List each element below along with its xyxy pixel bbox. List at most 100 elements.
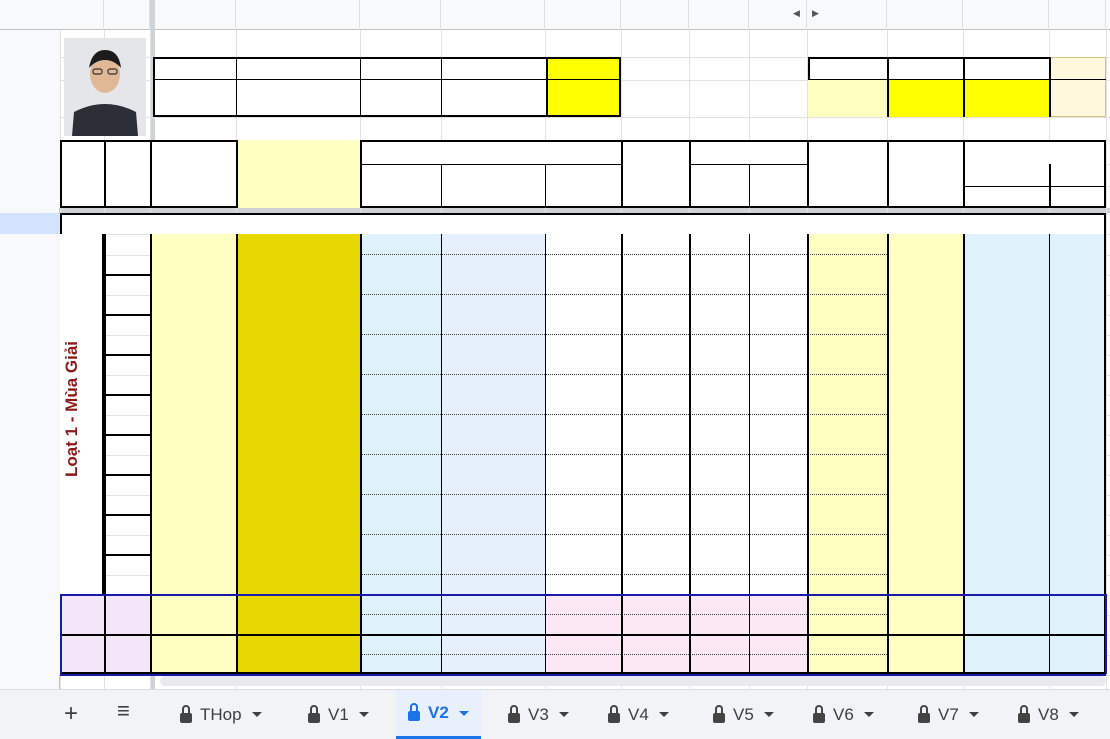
vg-right xyxy=(1105,594,1107,674)
first-name[interactable] xyxy=(155,81,235,117)
row-header-5[interactable] xyxy=(0,117,60,140)
label-matches xyxy=(808,58,887,79)
label-or xyxy=(1049,58,1106,79)
lock-icon xyxy=(713,704,725,723)
row-header-7[interactable] xyxy=(0,164,60,186)
add-sheet-icon[interactable]: + xyxy=(64,700,78,728)
row-header-14[interactable] xyxy=(0,315,60,335)
row-header-29[interactable] xyxy=(0,615,60,635)
header-vong-dau xyxy=(104,142,150,206)
hidden-columns-left-arrow[interactable]: ◀ xyxy=(793,8,800,19)
header-doi-vong xyxy=(1049,187,1106,207)
lock-icon xyxy=(608,704,620,723)
lock-icon xyxy=(813,704,825,723)
vg-top-line xyxy=(60,594,1106,596)
sheet-tab-v6[interactable]: V6 xyxy=(801,690,886,739)
birth-year[interactable] xyxy=(360,81,441,117)
row-header-17[interactable] xyxy=(0,375,60,395)
row-header-27[interactable] xyxy=(0,575,60,595)
label-ho xyxy=(275,58,325,79)
or-value[interactable] xyxy=(1049,81,1106,117)
sheet-tab-v8[interactable]: V8 xyxy=(1006,690,1091,739)
column-header-r[interactable] xyxy=(887,0,963,30)
lock-icon xyxy=(408,703,420,721)
column-header-d[interactable] xyxy=(150,0,236,30)
horizontal-scrollbar[interactable] xyxy=(160,676,1106,686)
column-header-i[interactable] xyxy=(621,0,689,30)
row-header-9[interactable] xyxy=(0,213,60,234)
header-doi-doi-thu xyxy=(963,142,1106,186)
rank-value[interactable] xyxy=(546,81,621,117)
sheet-tab-label: V2 xyxy=(428,703,449,722)
body-vline xyxy=(104,234,106,674)
label-va xyxy=(236,58,276,79)
row-header-24[interactable] xyxy=(0,515,60,535)
row-header-23[interactable] xyxy=(0,495,60,515)
grid-hline xyxy=(60,117,1110,118)
sheet-tab-v4[interactable]: V4 xyxy=(596,690,681,739)
body-vline xyxy=(963,234,965,674)
change-value[interactable] xyxy=(887,81,963,117)
sheet-tab-thop[interactable]: THop xyxy=(168,690,274,739)
column-header-t[interactable] xyxy=(1049,0,1106,30)
row-header-25[interactable] xyxy=(0,535,60,555)
lock-icon xyxy=(918,704,930,723)
column-number-16 xyxy=(807,213,887,234)
vg-left xyxy=(60,594,62,674)
column-header-c[interactable] xyxy=(104,0,150,30)
column-header-j[interactable] xyxy=(689,0,749,30)
chevron-down-icon xyxy=(251,712,262,717)
row-header-8[interactable] xyxy=(0,186,60,208)
column-header-s[interactable] xyxy=(963,0,1049,30)
sheet-tab-v3[interactable]: V3 xyxy=(496,690,581,739)
column-header-e[interactable] xyxy=(236,0,360,30)
row-header-11[interactable] xyxy=(0,255,60,275)
profile-hline xyxy=(153,79,621,80)
sheet-tab-label: THop xyxy=(200,704,242,724)
row-header-28[interactable] xyxy=(0,595,60,615)
column-number-2 xyxy=(60,213,104,234)
row-header-12[interactable] xyxy=(0,275,60,295)
sheet-tab-bar: + ≡ THop V1 V2 V3 V4 V5 V6 V7 V8 xyxy=(0,689,1110,739)
column-number-18 xyxy=(963,213,1049,234)
row-header-2[interactable] xyxy=(0,30,60,57)
matches-value[interactable] xyxy=(808,81,887,117)
start-score[interactable] xyxy=(441,81,545,117)
row-header-6[interactable] xyxy=(0,140,60,164)
body-vline xyxy=(689,234,691,674)
row-header-13[interactable] xyxy=(0,295,60,315)
row-header-15[interactable] xyxy=(0,335,60,355)
column-number-5 xyxy=(236,213,360,234)
all-sheets-menu-icon[interactable]: ≡ xyxy=(117,698,130,724)
column-number-19 xyxy=(1049,213,1106,234)
label-birth-year xyxy=(360,58,441,79)
column-header-h[interactable] xyxy=(545,0,621,30)
row-header-16[interactable] xyxy=(0,355,60,375)
updated-value[interactable] xyxy=(963,81,1049,117)
row-header-20[interactable] xyxy=(0,435,60,455)
column-header-f[interactable] xyxy=(360,0,441,30)
header-giai-dau xyxy=(61,142,104,206)
row-header-10[interactable] xyxy=(0,234,60,255)
column-header-q[interactable] xyxy=(807,0,887,30)
body-vline-thin xyxy=(441,234,442,674)
row-header-22[interactable] xyxy=(0,475,60,495)
body-vline xyxy=(360,234,362,674)
row-header-4[interactable] xyxy=(0,80,60,117)
row-header-30[interactable] xyxy=(0,635,60,655)
column-header-g[interactable] xyxy=(441,0,545,30)
row-header-31[interactable] xyxy=(0,655,60,675)
row-header-18[interactable] xyxy=(0,395,60,415)
sheet-tab-v2[interactable]: V2 xyxy=(396,690,481,739)
row-header-26[interactable] xyxy=(0,555,60,575)
hidden-columns-right-arrow[interactable]: ▶ xyxy=(812,8,819,19)
sheet-tab-v7[interactable]: V7 xyxy=(906,690,991,739)
last-name[interactable] xyxy=(236,81,360,117)
row-header-21[interactable] xyxy=(0,455,60,475)
row-header-19[interactable] xyxy=(0,415,60,435)
column-header-b[interactable] xyxy=(60,0,104,30)
header-diem-tang xyxy=(887,142,963,206)
row-header-3[interactable] xyxy=(0,57,60,80)
sheet-tab-v5[interactable]: V5 xyxy=(701,690,786,739)
sheet-tab-v1[interactable]: V1 xyxy=(296,690,381,739)
